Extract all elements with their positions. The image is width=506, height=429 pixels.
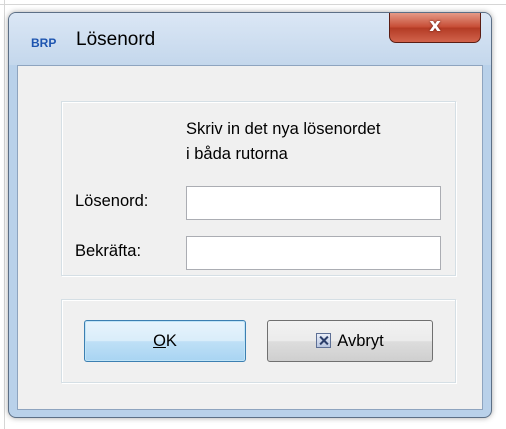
- cancel-button[interactable]: Avbryt: [267, 320, 433, 362]
- dialog-body: Skriv in det nya lösenordet i båda rutor…: [17, 65, 483, 410]
- confirm-label: Bekräfta:: [75, 242, 142, 260]
- instruction-text: Skriv in det nya lösenordet i båda rutor…: [186, 117, 456, 167]
- brp-logo-icon: BRP: [31, 36, 57, 50]
- instruction-line-1: Skriv in det nya lösenordet: [186, 120, 381, 138]
- background-divider-left: [4, 0, 5, 429]
- instruction-line-2: i båda rutorna: [186, 145, 288, 163]
- password-label: Lösenord:: [75, 192, 149, 210]
- password-input[interactable]: [186, 186, 441, 220]
- password-dialog: BRP Lösenord x Skriv in det nya lösenord…: [8, 12, 492, 418]
- title-bar[interactable]: BRP Lösenord x: [9, 13, 491, 65]
- close-button[interactable]: x: [389, 13, 481, 43]
- ok-label-rest: K: [165, 332, 177, 350]
- cancel-x-icon: [316, 333, 332, 348]
- background-divider-top: [0, 4, 506, 5]
- ok-button[interactable]: OK: [84, 320, 246, 362]
- cancel-label: Avbryt: [337, 332, 384, 350]
- button-group: OK Avbryt: [61, 299, 456, 383]
- window-title: Lösenord: [76, 29, 156, 50]
- ok-mnemonic: O: [153, 332, 166, 350]
- confirm-password-input[interactable]: [186, 236, 441, 270]
- password-group: Skriv in det nya lösenordet i båda rutor…: [61, 101, 456, 276]
- close-icon: x: [429, 15, 441, 36]
